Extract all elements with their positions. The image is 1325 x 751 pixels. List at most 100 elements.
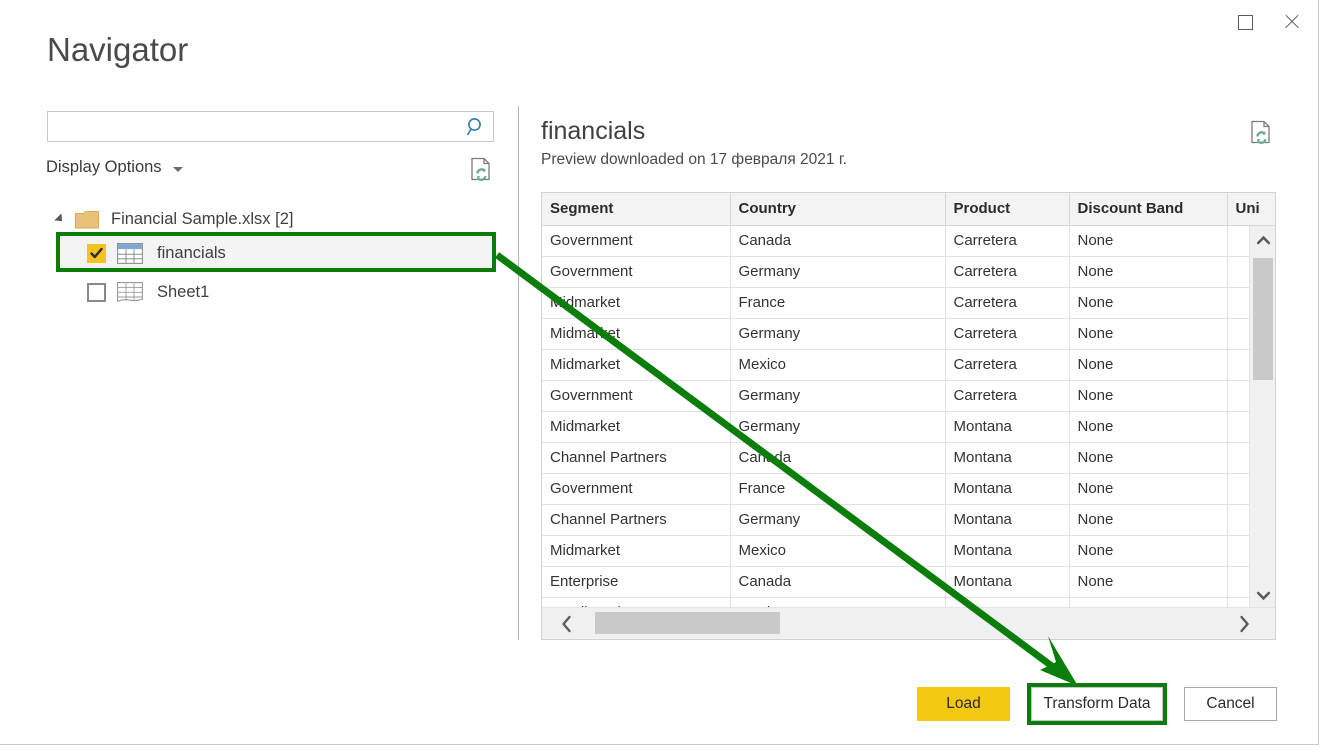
cell-discount-band: None <box>1069 566 1228 598</box>
cell-discount-band: None <box>1069 318 1228 350</box>
chevron-down-icon[interactable] <box>1250 581 1275 609</box>
search-icon[interactable] <box>465 116 487 138</box>
cell-segment: Midmarket <box>542 349 731 381</box>
table-body: Government Canada Carretera None Government G… <box>542 225 1275 629</box>
horizontal-scrollbar-thumb[interactable] <box>595 612 780 634</box>
checkbox-financials[interactable] <box>87 243 106 263</box>
tree-node-root[interactable]: Financial Sample.xlsx [2] <box>47 200 497 238</box>
cell-product: Carretera <box>945 349 1070 381</box>
cell-product: Carretera <box>945 287 1070 319</box>
tree-node-financials[interactable]: financials <box>56 235 494 271</box>
cell-country: Germany <box>730 318 946 350</box>
cell-segment: Government <box>542 473 731 505</box>
cell-country: France <box>730 287 946 319</box>
tree-node-sheet1[interactable]: Sheet1 <box>56 274 494 310</box>
cell-product: Montana <box>945 566 1070 598</box>
column-header-units[interactable]: Uni <box>1227 193 1275 226</box>
chevron-up-icon[interactable] <box>1250 226 1275 254</box>
cell-discount-band: None <box>1069 411 1228 443</box>
cell-product: Carretera <box>945 318 1070 350</box>
load-button[interactable]: Load <box>917 687 1010 721</box>
cell-product: Carretera <box>945 256 1070 288</box>
cell-country: Germany <box>730 504 946 536</box>
cell-segment: Midmarket <box>542 411 731 443</box>
close-icon <box>1283 13 1301 31</box>
table-row[interactable]: Midmarket Germany Montana None <box>542 411 1275 443</box>
checkbox-sheet1[interactable] <box>87 282 106 302</box>
cell-product: Carretera <box>945 380 1070 412</box>
cell-product: Montana <box>945 504 1070 536</box>
table-row[interactable]: Midmarket Germany Carretera None <box>542 318 1275 350</box>
cell-discount-band: None <box>1069 442 1228 474</box>
cell-country: Mexico <box>730 535 946 567</box>
maximize-button[interactable] <box>1222 0 1268 44</box>
search-box[interactable] <box>47 111 494 142</box>
table-row[interactable]: Government Canada Carretera None <box>542 225 1275 257</box>
cell-discount-band: None <box>1069 287 1228 319</box>
table-row[interactable]: Channel Partners Canada Montana None <box>542 442 1275 474</box>
navigator-dialog: Navigator Display Options Financial Samp… <box>0 0 1319 745</box>
cell-product: Carretera <box>945 225 1070 257</box>
table-row[interactable]: Government Germany Carretera None <box>542 380 1275 412</box>
cell-product: Montana <box>945 442 1070 474</box>
cell-discount-band: None <box>1069 349 1228 381</box>
table-row[interactable]: Government France Montana None <box>542 473 1275 505</box>
cell-country: Canada <box>730 225 946 257</box>
column-header-product[interactable]: Product <box>945 193 1070 226</box>
cell-segment: Government <box>542 225 731 257</box>
cell-country: Germany <box>730 256 946 288</box>
vertical-scrollbar[interactable] <box>1249 226 1275 609</box>
cell-segment: Midmarket <box>542 287 731 319</box>
vertical-scrollbar-thumb[interactable] <box>1253 258 1273 380</box>
table-row[interactable]: Midmarket France Carretera None <box>542 287 1275 319</box>
cell-country: France <box>730 473 946 505</box>
transform-data-button[interactable]: Transform Data <box>1031 687 1163 721</box>
column-header-country[interactable]: Country <box>730 193 946 226</box>
cell-discount-band: None <box>1069 225 1228 257</box>
refresh-preview-icon[interactable] <box>1250 120 1272 144</box>
cell-discount-band: None <box>1069 504 1228 536</box>
tree-node-sheet1-label: Sheet1 <box>157 282 210 301</box>
cell-segment: Government <box>542 256 731 288</box>
worksheet-icon <box>117 281 143 303</box>
cell-segment: Government <box>542 380 731 412</box>
horizontal-scrollbar[interactable] <box>542 607 1275 639</box>
display-options-dropdown[interactable]: Display Options <box>46 158 183 177</box>
table-row[interactable]: Midmarket Mexico Carretera None <box>542 349 1275 381</box>
cell-country: Germany <box>730 380 946 412</box>
preview-grid: Segment Country Product Discount Band Un… <box>542 193 1275 629</box>
cell-country: Mexico <box>730 349 946 381</box>
table-row[interactable]: Enterprise Canada Montana None <box>542 566 1275 598</box>
column-header-discount-band[interactable]: Discount Band <box>1069 193 1228 226</box>
folder-icon <box>75 210 99 229</box>
cell-discount-band: None <box>1069 380 1228 412</box>
table-row[interactable]: Channel Partners Germany Montana None <box>542 504 1275 536</box>
cell-product: Montana <box>945 473 1070 505</box>
cell-country: Canada <box>730 442 946 474</box>
preview-table-container: Segment Country Product Discount Band Un… <box>541 192 1276 640</box>
maximize-icon <box>1237 14 1253 30</box>
page-title: Navigator <box>47 31 189 68</box>
tree-node-financials-label: financials <box>157 243 226 262</box>
table-icon <box>117 242 143 264</box>
refresh-document-icon[interactable] <box>470 157 492 181</box>
expand-collapse-icon[interactable] <box>54 213 66 225</box>
cell-segment: Channel Partners <box>542 504 731 536</box>
cancel-button[interactable]: Cancel <box>1184 687 1277 721</box>
cell-segment: Midmarket <box>542 318 731 350</box>
column-header-segment[interactable]: Segment <box>542 193 731 226</box>
table-row[interactable]: Midmarket Mexico Montana None <box>542 535 1275 567</box>
chevron-down-icon <box>172 167 183 172</box>
search-input[interactable] <box>54 112 459 141</box>
close-button[interactable] <box>1269 0 1315 44</box>
cell-segment: Midmarket <box>542 535 731 567</box>
preview-table: Segment Country Product Discount Band Un… <box>542 193 1275 629</box>
cell-discount-band: None <box>1069 473 1228 505</box>
cell-product: Montana <box>945 411 1070 443</box>
preview-title: financials <box>541 117 646 145</box>
chevron-left-icon[interactable] <box>554 612 580 636</box>
chevron-right-icon[interactable] <box>1231 612 1257 636</box>
display-options-label: Display Options <box>46 158 162 176</box>
table-row[interactable]: Government Germany Carretera None <box>542 256 1275 288</box>
cell-segment: Channel Partners <box>542 442 731 474</box>
